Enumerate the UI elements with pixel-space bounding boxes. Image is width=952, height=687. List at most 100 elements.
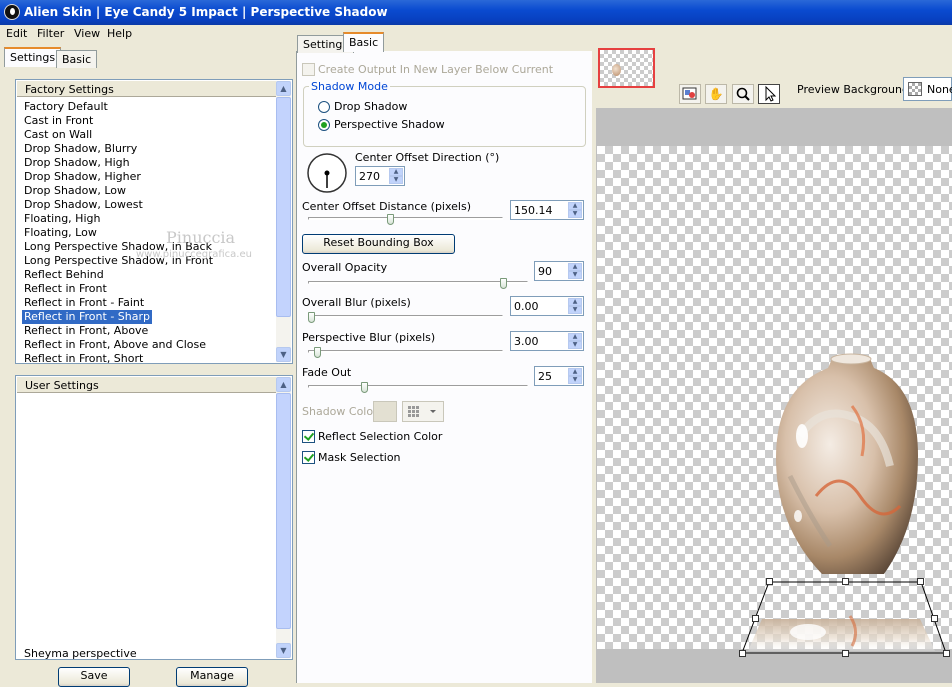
center-offset-direction-spinner[interactable]: 270 ▲ ▼ xyxy=(355,166,405,186)
shadow-color-picker[interactable] xyxy=(402,401,444,422)
navigator-thumbnail[interactable] xyxy=(598,48,655,88)
list-item[interactable]: Drop Shadow, Higher xyxy=(22,170,143,184)
fade-out-slider[interactable] xyxy=(361,382,369,393)
manage-button[interactable]: Manage xyxy=(176,667,248,687)
center-offset-distance-track[interactable] xyxy=(308,217,503,220)
list-item[interactable]: Reflect in Front, Short xyxy=(22,352,145,363)
list-item[interactable]: Cast on Wall xyxy=(22,128,94,142)
list-item[interactable]: Reflect in Front - Faint xyxy=(22,296,146,310)
scroll-up-icon[interactable]: ▲ xyxy=(276,377,291,392)
center-offset-distance-spinner[interactable]: 150.14 ▲ ▼ xyxy=(510,200,584,220)
bbox-handle[interactable] xyxy=(766,578,773,585)
menu-view[interactable]: View xyxy=(74,27,100,40)
scroll-up-icon[interactable]: ▲ xyxy=(276,81,291,96)
list-item[interactable]: Sheyma perspective xyxy=(22,647,139,659)
tab-basic-right[interactable]: Basic xyxy=(343,32,385,52)
spin-down-icon[interactable]: ▼ xyxy=(568,341,582,349)
user-scrollbar[interactable]: ▲ ▼ xyxy=(276,377,291,658)
menu-edit[interactable]: Edit xyxy=(6,27,27,40)
list-item[interactable]: Drop Shadow, Lowest xyxy=(22,198,145,212)
list-item[interactable]: Factory Default xyxy=(22,100,110,114)
save-button[interactable]: Save xyxy=(58,667,130,687)
spin-down-icon[interactable]: ▼ xyxy=(568,271,582,279)
list-item[interactable]: Drop Shadow, High xyxy=(22,156,132,170)
overall-blur-value: 0.00 xyxy=(514,300,539,313)
zoom-icon[interactable] xyxy=(732,84,754,104)
center-offset-distance-slider[interactable] xyxy=(386,214,394,225)
scroll-thumb[interactable] xyxy=(276,97,291,317)
factory-settings-header: Factory Settings xyxy=(17,81,291,97)
bbox-handle[interactable] xyxy=(842,650,849,657)
spin-up-icon[interactable]: ▲ xyxy=(568,368,582,376)
title-bar: Alien Skin | Eye Candy 5 Impact | Perspe… xyxy=(0,0,952,25)
bbox-handle[interactable] xyxy=(752,615,759,622)
list-item[interactable]: Reflect in Front - Sharp xyxy=(22,310,152,324)
list-item[interactable]: Floating, Low xyxy=(22,226,99,240)
create-output-checkbox[interactable] xyxy=(302,63,315,76)
factory-settings-list[interactable]: Factory Settings Factory Default Cast in … xyxy=(15,79,293,364)
bbox-handle[interactable] xyxy=(931,615,938,622)
fade-out-value: 25 xyxy=(538,370,552,383)
scroll-down-icon[interactable]: ▼ xyxy=(276,643,291,658)
scroll-thumb[interactable] xyxy=(276,393,291,629)
list-item[interactable]: Reflect in Front xyxy=(22,282,109,296)
factory-scrollbar[interactable]: ▲ ▼ xyxy=(276,81,291,362)
menu-filter[interactable]: Filter xyxy=(37,27,64,40)
overall-blur-slider[interactable] xyxy=(308,312,315,323)
shadow-color-swatch[interactable] xyxy=(373,401,397,422)
spin-up-icon[interactable]: ▲ xyxy=(568,263,582,271)
list-item[interactable]: Floating, High xyxy=(22,212,102,226)
list-item[interactable]: Drop Shadow, Low xyxy=(22,184,128,198)
spin-up-icon[interactable]: ▲ xyxy=(389,168,403,176)
spin-down-icon[interactable]: ▼ xyxy=(568,376,582,384)
reflect-selection-color-checkbox[interactable] xyxy=(302,430,315,443)
mask-selection-checkbox[interactable] xyxy=(302,451,315,464)
bbox-handle[interactable] xyxy=(943,650,950,657)
fade-out-track[interactable] xyxy=(308,385,528,388)
perspective-blur-track[interactable] xyxy=(308,350,503,353)
menu-help[interactable]: Help xyxy=(107,27,132,40)
create-output-label: Create Output In New Layer Below Current xyxy=(318,63,554,76)
perspective-shadow-radio[interactable] xyxy=(318,119,330,131)
preview-toggle-icon[interactable] xyxy=(679,84,701,104)
overall-opacity-slider[interactable] xyxy=(499,278,507,289)
overall-blur-spinner[interactable]: 0.00 ▲ ▼ xyxy=(510,296,584,316)
overall-opacity-track[interactable] xyxy=(308,281,528,284)
list-item[interactable]: Reflect Behind xyxy=(22,268,106,282)
spin-up-icon[interactable]: ▲ xyxy=(568,202,582,210)
tab-settings-left[interactable]: Settings xyxy=(4,47,62,67)
overall-opacity-label: Overall Opacity xyxy=(302,261,388,274)
spin-up-icon[interactable]: ▲ xyxy=(568,333,582,341)
bbox-handle[interactable] xyxy=(739,650,746,657)
fade-out-spinner[interactable]: 25 ▲ ▼ xyxy=(534,366,584,386)
spin-down-icon[interactable]: ▼ xyxy=(389,176,403,184)
list-item[interactable]: Cast in Front xyxy=(22,114,95,128)
bbox-handle[interactable] xyxy=(917,578,924,585)
direction-dial[interactable] xyxy=(306,152,348,194)
center-offset-distance-label: Center Offset Distance (pixels) xyxy=(302,200,472,213)
list-item[interactable]: Reflect in Front, Above and Close xyxy=(22,338,208,352)
overall-opacity-spinner[interactable]: 90 ▲ ▼ xyxy=(534,261,584,281)
user-settings-list[interactable]: User Settings Sheyma perspective ▲ ▼ xyxy=(15,375,293,660)
spin-up-icon[interactable]: ▲ xyxy=(568,298,582,306)
reset-bounding-box-button[interactable]: Reset Bounding Box xyxy=(302,234,455,254)
preview-background-select[interactable]: None xyxy=(903,77,952,101)
palette-grid-icon xyxy=(408,406,436,417)
overall-blur-track[interactable] xyxy=(308,315,503,318)
hand-icon[interactable]: ✋ xyxy=(705,84,727,104)
perspective-shadow-label: Perspective Shadow xyxy=(334,118,445,131)
scroll-down-icon[interactable]: ▼ xyxy=(276,347,291,362)
pointer-icon[interactable] xyxy=(758,84,780,104)
spin-down-icon[interactable]: ▼ xyxy=(568,210,582,218)
perspective-blur-spinner[interactable]: 3.00 ▲ ▼ xyxy=(510,331,584,351)
list-item[interactable]: Reflect in Front, Above xyxy=(22,324,150,338)
perspective-blur-slider[interactable] xyxy=(313,347,321,358)
drop-shadow-radio[interactable] xyxy=(318,101,330,113)
transparency-icon xyxy=(908,82,922,96)
spin-down-icon[interactable]: ▼ xyxy=(568,306,582,314)
tab-basic-left[interactable]: Basic xyxy=(56,50,98,68)
shadow-mode-group xyxy=(303,86,586,147)
list-item[interactable]: Drop Shadow, Blurry xyxy=(22,142,139,156)
bbox-handle[interactable] xyxy=(842,578,849,585)
watermark-url: www.pinuccegrafica.eu xyxy=(136,249,252,260)
